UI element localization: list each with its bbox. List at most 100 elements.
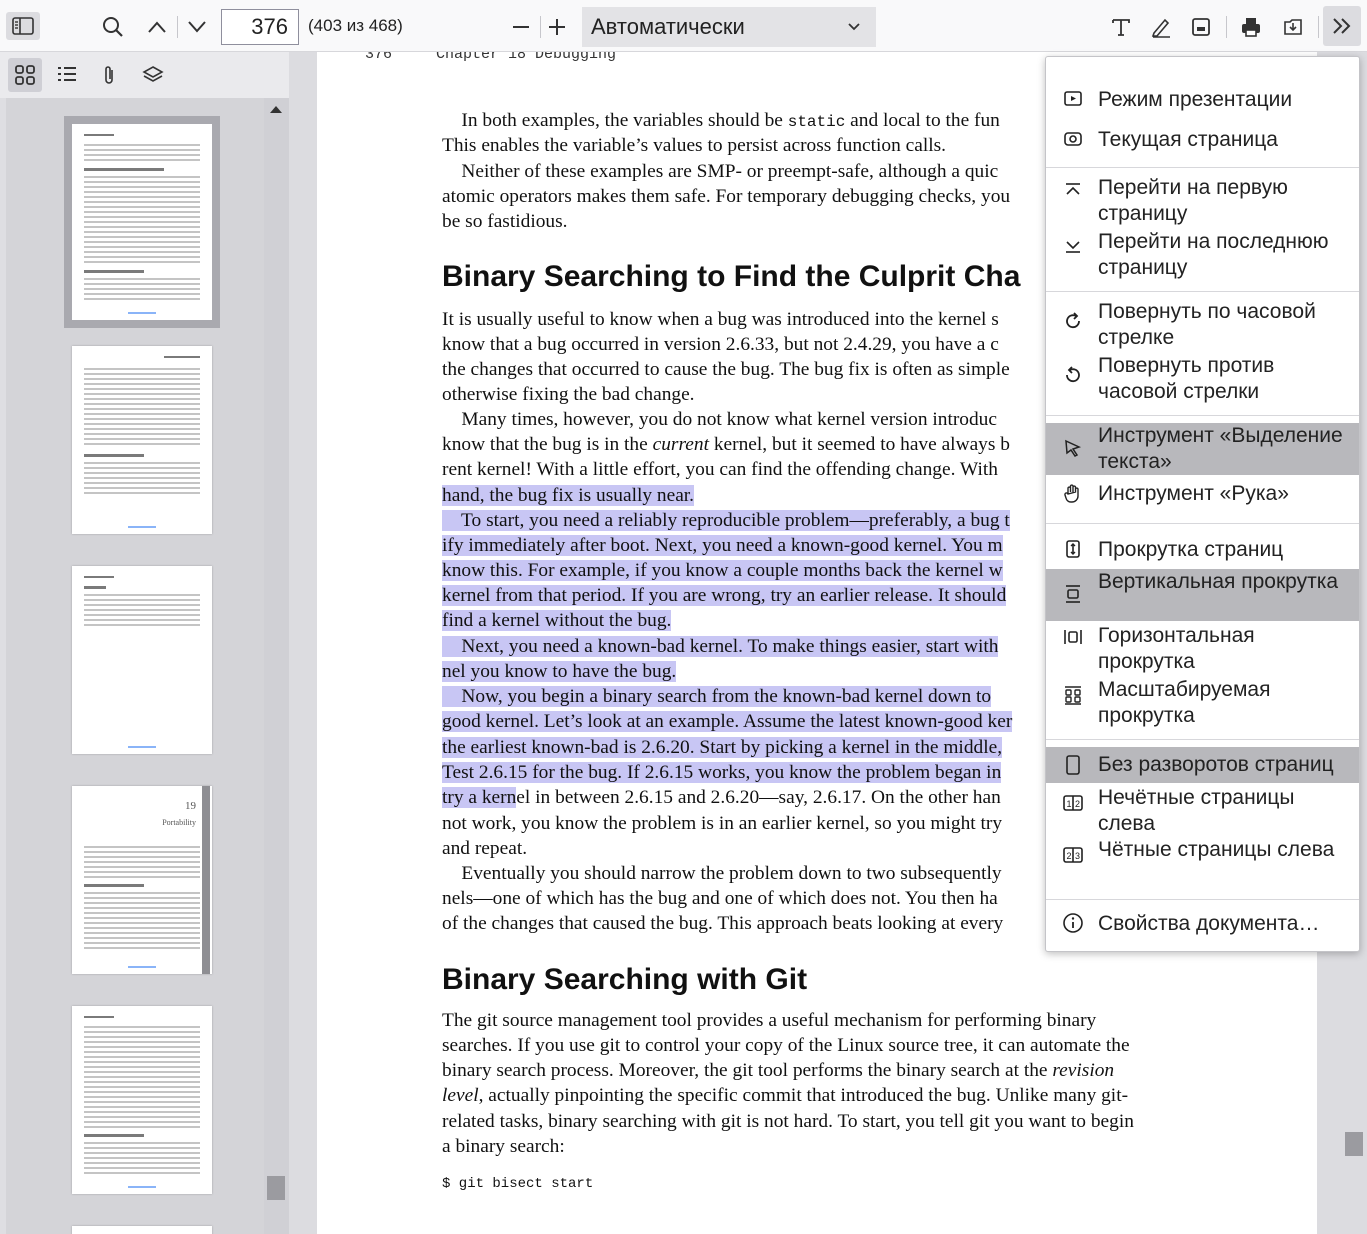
thumbnail-page-378[interactable]: [72, 566, 212, 754]
minus-icon: [513, 26, 529, 28]
menu-item-vertical-scrolling[interactable]: Вертикальная прокрутка: [1046, 569, 1359, 621]
highlighted-text-line: find a kernel without the bug.: [442, 610, 672, 631]
search-icon: [103, 17, 123, 37]
thumbnail-page-380[interactable]: [72, 1006, 212, 1194]
zoom-out-button[interactable]: [506, 12, 536, 42]
highlighted-text-line: Now, you begin a binary search from the …: [442, 686, 992, 707]
page-header: 376 Chapter 18 Debugging: [365, 52, 617, 63]
thumbnail-chapter-number: 19: [185, 800, 196, 812]
pencil-icon: [1151, 18, 1170, 38]
text-line: Many times, however, you do not know wha…: [442, 409, 997, 430]
attachments-tab[interactable]: [92, 58, 126, 92]
last-page-icon: [1061, 234, 1085, 258]
highlighted-text-line: Test 2.6.15 for the bug. If 2.6.15 works…: [442, 762, 1002, 783]
draw-tool-button[interactable]: [1146, 12, 1176, 42]
find-button[interactable]: [98, 12, 128, 42]
sidebar-toggle-button[interactable]: [6, 12, 40, 40]
viewer-left-gutter: [289, 52, 317, 1234]
thumbnail-page-381[interactable]: [72, 1226, 212, 1234]
thumbnail-scroll-indicator: [202, 786, 210, 974]
section-heading: Binary Searching to Find the Culprit Cha: [442, 260, 1021, 293]
text-line: otherwise fixing the bad change.: [442, 384, 695, 405]
text-line: nels—one of which has the bug and one of…: [442, 888, 998, 909]
text-line: atomic operators makes them safe. For te…: [442, 186, 1011, 207]
thumbnail-page-376[interactable]: [64, 116, 220, 328]
vertical-scroll-icon: [1061, 582, 1085, 606]
outline-icon: [58, 67, 76, 81]
sidebar-scrollbar[interactable]: [264, 98, 289, 1234]
text-line: related tasks, binary searching with git…: [442, 1111, 1134, 1132]
plus-icon: [549, 19, 565, 35]
code-block: $ git bisect start: [442, 1176, 594, 1192]
toolbar: 376 (403 из 468) Автоматически: [0, 0, 1367, 52]
even-spreads-icon: 23: [1061, 843, 1085, 867]
outline-tab[interactable]: [50, 58, 84, 92]
thumbnail-list[interactable]: 19 Portability: [6, 98, 264, 1234]
text-select-icon: [1061, 436, 1085, 460]
thumbnail-page-379[interactable]: 19 Portability: [72, 786, 212, 974]
svg-text:3: 3: [1075, 851, 1080, 861]
text-line: the changes that occurred to cause the b…: [442, 359, 1010, 380]
toolbar-separator: [177, 16, 178, 38]
double-chevron-right-icon: [1333, 18, 1351, 34]
page-number-input[interactable]: 376: [221, 9, 299, 45]
menu-item-text-selection-tool[interactable]: Инструмент «Выделение текста»: [1046, 423, 1359, 475]
chevron-down-icon: [188, 21, 206, 33]
svg-text:2: 2: [1067, 851, 1072, 861]
menu-item-document-properties[interactable]: Свойства документа…: [1046, 911, 1359, 941]
no-spreads-icon: [1061, 753, 1085, 777]
toolbar-separator: [1318, 16, 1319, 38]
thumbnail-page-377[interactable]: [72, 346, 212, 534]
menu-separator: [1046, 899, 1359, 900]
menu-item-wrapped-scrolling[interactable]: Масштабируемая прокрутка: [1046, 677, 1359, 729]
layers-tab[interactable]: [136, 58, 170, 92]
highlighted-text-line: Next, you need a known-bad kernel. To ma…: [442, 636, 999, 657]
tools-menu-button[interactable]: [1323, 6, 1361, 46]
zoom-in-button[interactable]: [542, 12, 572, 42]
menu-item-page-scrolling[interactable]: Прокрутка страниц: [1046, 537, 1359, 567]
save-button[interactable]: [1278, 12, 1308, 42]
menu-item-presentation-mode[interactable]: Режим презентации: [1046, 87, 1359, 117]
menu-item-horizontal-scrolling[interactable]: Горизонтальная прокрутка: [1046, 623, 1359, 675]
menu-separator: [1046, 523, 1359, 524]
text-line: The git source management tool provides …: [442, 1010, 1097, 1031]
text-line: of the changes that caused the bug. This…: [442, 913, 1004, 934]
previous-page-button[interactable]: [142, 12, 172, 42]
zoom-select[interactable]: Автоматически: [582, 7, 876, 47]
sidebar: 19 Portability: [0, 52, 289, 1234]
svg-text:1: 1: [1067, 799, 1072, 809]
toolbar-separator: [540, 16, 541, 38]
paperclip-icon: [105, 66, 113, 84]
menu-item-no-spreads[interactable]: Без разворотов страниц: [1046, 747, 1359, 783]
image-tool-button[interactable]: [1186, 12, 1216, 42]
highlighted-text-line: nel you know to have the bug.: [442, 661, 677, 682]
scroll-up-arrow-icon[interactable]: [270, 106, 282, 113]
text-line: level, actually pinpointing the specific…: [442, 1085, 1129, 1106]
menu-separator: [1046, 415, 1359, 416]
menu-item-rotate-ccw[interactable]: Повернуть против часовой стрелки: [1046, 353, 1359, 405]
menu-item-even-spreads[interactable]: 23 Чётные страницы слева: [1046, 837, 1359, 889]
current-page-icon: [1061, 127, 1085, 151]
sidebar-scrollbar-thumb[interactable]: [267, 1176, 285, 1200]
text-line: rent kernel! With a little effort, you c…: [442, 459, 998, 480]
download-icon: [1284, 19, 1302, 35]
menu-item-rotate-cw[interactable]: Повернуть по часовой стрелке: [1046, 299, 1359, 351]
horizontal-scroll-icon: [1061, 625, 1085, 649]
rotate-ccw-icon: [1061, 363, 1085, 387]
menu-separator: [1046, 739, 1359, 740]
print-button[interactable]: [1236, 12, 1266, 42]
menu-item-odd-spreads[interactable]: 12 Нечётные страницы слева: [1046, 785, 1359, 837]
thumbnails-icon: [15, 65, 35, 85]
viewer-scrollbar-thumb[interactable]: [1345, 1132, 1363, 1156]
text-tool-button[interactable]: [1106, 12, 1136, 42]
first-page-icon: [1061, 178, 1085, 202]
page-scroll-icon: [1061, 537, 1085, 561]
text-line: know that the bug is in the current kern…: [442, 434, 1010, 455]
thumbnails-tab[interactable]: [8, 58, 42, 92]
next-page-button[interactable]: [182, 12, 212, 42]
menu-item-hand-tool[interactable]: Инструмент «Рука»: [1046, 481, 1359, 511]
menu-item-first-page[interactable]: Перейти на первую страницу: [1046, 175, 1359, 227]
menu-item-current-page[interactable]: Текущая страница: [1046, 127, 1359, 157]
menu-item-last-page[interactable]: Перейти на последнюю страницу: [1046, 229, 1359, 281]
text-line: binary search process. Moreover, the git…: [442, 1060, 1115, 1081]
